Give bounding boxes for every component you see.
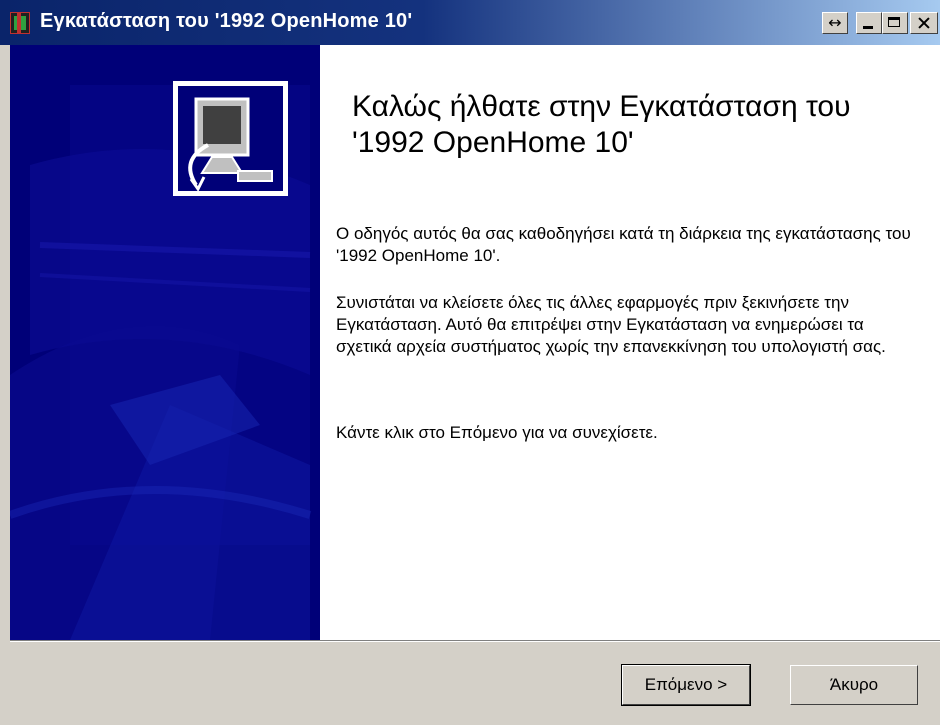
- app-icon[interactable]: [10, 12, 30, 34]
- title-bar[interactable]: Εγκατάσταση του '1992 OpenHome 10' ↔: [0, 0, 940, 45]
- window-title: Εγκατάσταση του '1992 OpenHome 10': [40, 10, 413, 32]
- sidebar-decoration: [10, 45, 320, 640]
- continue-instruction: Κάντε κλικ στο Επόμενο για να συνεχίσετε…: [336, 423, 658, 442]
- minimize-icon[interactable]: [856, 12, 882, 34]
- installer-computer-icon: [173, 81, 288, 196]
- wizard-sidebar-banner: [10, 45, 320, 640]
- recommendation-paragraph: Συνιστάται να κλείσετε όλες τις άλλες εφ…: [336, 293, 886, 356]
- next-button[interactable]: Επόμενο >: [621, 664, 751, 706]
- wizard-content: Καλώς ήλθατε στην Εγκατάσταση του '1992 …: [320, 45, 940, 640]
- welcome-heading: Καλώς ήλθατε στην Εγκατάσταση του '1992 …: [352, 90, 851, 159]
- resize-icon[interactable]: ↔: [822, 12, 848, 34]
- cancel-button[interactable]: Άκυρο: [790, 665, 918, 705]
- intro-paragraph: Ο οδηγός αυτός θα σας καθοδηγήσει κατά τ…: [336, 224, 911, 265]
- installer-window: Εγκατάσταση του '1992 OpenHome 10' ↔ Καλ…: [0, 0, 940, 725]
- close-icon[interactable]: [910, 12, 938, 34]
- footer-separator: [10, 640, 940, 642]
- maximize-icon[interactable]: [882, 12, 908, 34]
